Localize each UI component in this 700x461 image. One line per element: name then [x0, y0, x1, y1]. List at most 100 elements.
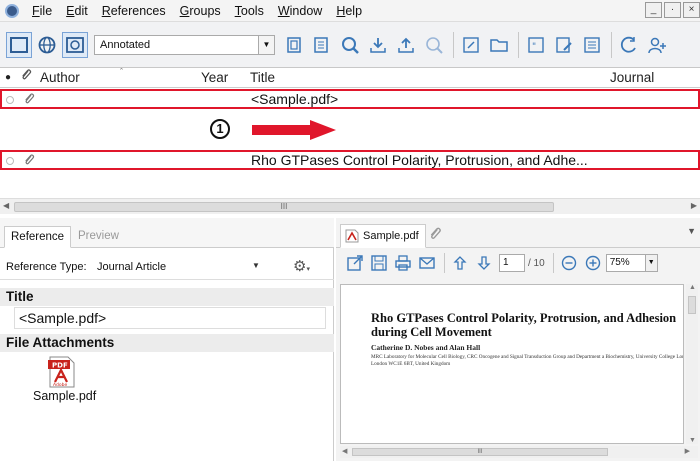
pdf-article-authors: Catherine D. Nobes and Alan Hall	[371, 343, 481, 352]
zoom-level-select[interactable]: 75%	[605, 254, 646, 272]
tab-sample-pdf[interactable]: Sample.pdf	[340, 224, 426, 248]
scroll-right-icon[interactable]: ▶	[691, 201, 697, 210]
column-header-journal[interactable]: Journal	[610, 68, 654, 88]
paperclip-icon[interactable]	[428, 226, 442, 245]
envelope-icon	[419, 257, 435, 269]
online-search-button[interactable]	[337, 32, 363, 58]
output-style-dropdown-button[interactable]: ▼	[259, 34, 275, 55]
column-header-author[interactable]: Author	[40, 68, 80, 88]
reference-type-label: Reference Type:	[6, 261, 87, 273]
scroll-left-icon[interactable]: ◀	[342, 447, 347, 455]
menu-tools[interactable]: Tools	[228, 4, 271, 18]
menu-bar: File Edit References Groups Tools Window…	[0, 0, 700, 22]
format-bibliography-icon	[584, 36, 600, 53]
pdf-page-view[interactable]: Rho GTPases Control Polarity, Protrusion…	[340, 284, 684, 444]
output-style-select[interactable]: Annotated	[94, 34, 259, 55]
menu-references[interactable]: References	[95, 4, 173, 18]
toolbar-separator	[444, 253, 445, 273]
attachments-heading: File Attachments	[0, 334, 334, 352]
column-header-year[interactable]: Year	[201, 68, 228, 88]
tab-menu-icon[interactable]: ▼	[687, 226, 696, 236]
scrollbar-thumb[interactable]: III	[352, 448, 608, 456]
globe-icon	[38, 36, 56, 53]
reference-list-scrollbar[interactable]: ◀ III ▶	[0, 198, 700, 214]
email-button[interactable]	[416, 252, 438, 274]
title-field-heading: Title	[0, 288, 334, 306]
export-icon	[398, 37, 414, 53]
save-button[interactable]	[368, 252, 390, 274]
import-button[interactable]	[365, 32, 391, 58]
scroll-down-icon[interactable]: ▼	[689, 437, 696, 444]
gear-icon[interactable]: ⚙▾	[293, 257, 310, 275]
scrollbar-thumb[interactable]	[688, 296, 696, 314]
reference-panel: Reference Preview Reference Type: Journa…	[0, 218, 334, 461]
pdf-attachment-icon[interactable]: PDF Adobe	[48, 356, 76, 391]
pdf-horizontal-scrollbar[interactable]: ◀ III ▶	[340, 446, 698, 458]
attachment-filename[interactable]: Sample.pdf	[33, 389, 96, 403]
reference-type-select[interactable]: Journal Article	[97, 261, 166, 273]
svg-text:PDF: PDF	[52, 362, 68, 370]
reference-type-bar: Reference Type: Journal Article ▼ ⚙▾	[0, 254, 334, 280]
menu-groups[interactable]: Groups	[173, 4, 228, 18]
edit-reference-icon	[556, 36, 572, 53]
tab-reference[interactable]: Reference	[4, 226, 72, 248]
export-button[interactable]	[393, 32, 419, 58]
toolbar-separator	[552, 253, 554, 273]
read-status-column-icon[interactable]: ●	[5, 68, 11, 88]
next-page-button[interactable]	[473, 252, 495, 274]
toolbar-separator	[611, 31, 612, 58]
minimize-button[interactable]: _	[645, 2, 662, 18]
insert-quote-button[interactable]: "	[523, 32, 549, 58]
close-button[interactable]: ×	[683, 2, 700, 18]
print-button[interactable]	[392, 252, 414, 274]
copy-formatted-button[interactable]	[281, 32, 307, 58]
dropdown-arrow-icon[interactable]: ▼	[252, 261, 260, 270]
zoom-dropdown-button[interactable]: ▼	[645, 254, 658, 272]
local-library-mode-button[interactable]	[6, 31, 32, 58]
zoom-in-button[interactable]	[582, 252, 604, 274]
dropdown-arrow-icon: ▼	[647, 259, 655, 266]
pdf-article-title: Rho GTPases Control Polarity, Protrusion…	[371, 311, 677, 339]
integrated-mode-button[interactable]	[62, 31, 88, 58]
scrollbar-thumb[interactable]: III	[14, 202, 554, 212]
table-row[interactable]: <Sample.pdf>	[0, 89, 700, 109]
scroll-left-icon[interactable]: ◀	[3, 201, 9, 210]
previous-page-button[interactable]	[449, 252, 471, 274]
restore-button[interactable]: ·	[664, 2, 681, 18]
add-user-icon	[648, 37, 666, 53]
share-group-button[interactable]	[644, 32, 670, 58]
menu-edit[interactable]: Edit	[59, 4, 95, 18]
menu-help[interactable]: Help	[329, 4, 369, 18]
menu-window[interactable]: Window	[271, 4, 329, 18]
open-link-button[interactable]	[458, 32, 484, 58]
tab-preview[interactable]: Preview	[72, 226, 125, 248]
document-lines-icon	[314, 36, 328, 53]
pdf-article-affiliation: MRC Laboratory for Molecular Cell Biolog…	[371, 354, 684, 367]
scroll-up-icon[interactable]: ▲	[689, 284, 696, 291]
sync-button[interactable]	[616, 32, 642, 58]
table-row[interactable]: Rho GTPases Control Polarity, Protrusion…	[0, 150, 700, 170]
format-bibliography-button[interactable]	[579, 32, 605, 58]
paperclip-icon	[23, 92, 35, 109]
scroll-right-icon[interactable]: ▶	[685, 447, 690, 455]
open-file-button[interactable]	[486, 32, 512, 58]
pdf-vertical-scrollbar[interactable]: ▲ ▼	[686, 284, 698, 444]
find-full-text-button[interactable]	[421, 32, 447, 58]
column-header-title[interactable]: Title	[250, 68, 275, 88]
read-status-dot[interactable]	[6, 96, 14, 104]
menu-file[interactable]: File	[25, 4, 59, 18]
search-globe-icon	[342, 36, 359, 54]
attachment-column-icon[interactable]	[20, 68, 32, 88]
window-controls: _ · ×	[645, 2, 700, 18]
page-total: / 10	[528, 257, 545, 269]
read-status-dot[interactable]	[6, 157, 14, 165]
import-icon	[370, 37, 386, 53]
insert-citation-button[interactable]	[309, 32, 335, 58]
open-external-button[interactable]	[344, 252, 366, 274]
title-field[interactable]: <Sample.pdf>	[14, 307, 326, 329]
page-number-input[interactable]: 1	[499, 254, 525, 272]
zoom-out-button[interactable]	[558, 252, 580, 274]
edit-reference-button[interactable]	[551, 32, 577, 58]
online-search-mode-button[interactable]	[34, 32, 60, 58]
external-link-icon	[347, 255, 363, 271]
